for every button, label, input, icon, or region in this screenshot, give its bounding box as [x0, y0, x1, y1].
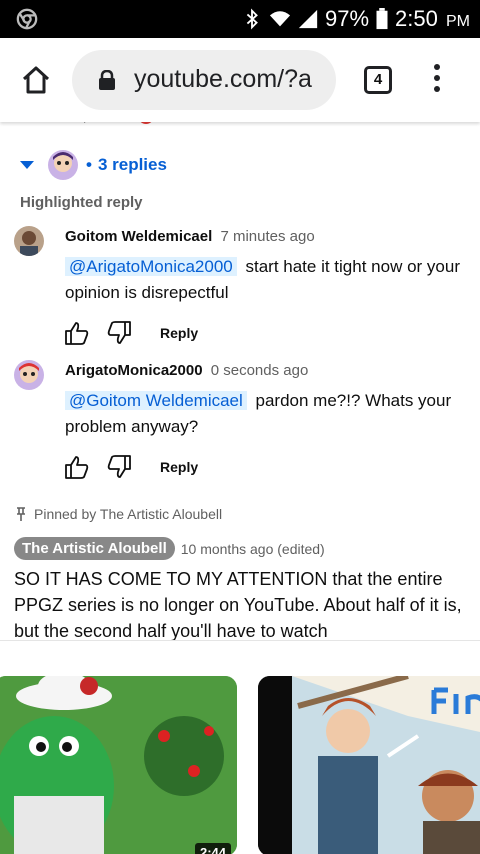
pin-icon — [17, 507, 25, 521]
comments-panel: • 3 replies Highlighted reply Goitom Wel… — [0, 122, 480, 854]
reply-item: Goitom Weldemicael 7 minutes ago @Arigat… — [0, 226, 480, 350]
address-bar[interactable]: youtube.com/?a — [72, 50, 336, 110]
reply-actions: Reply — [64, 320, 198, 346]
pinned-by-text: Pinned by The Artistic Aloubell — [34, 506, 223, 522]
mention-link[interactable]: @Goitom Weldemicael — [65, 391, 247, 410]
reply-header: Goitom Weldemicael 7 minutes ago — [65, 228, 315, 245]
status-bar: 97% 2:50 PM — [0, 0, 480, 38]
clock: 2:50 PM — [395, 6, 470, 32]
browser-toolbar: youtube.com/?a 4 — [0, 38, 480, 122]
lock-icon — [99, 70, 115, 90]
pinned-comment-time: 10 months ago (edited) — [180, 540, 325, 557]
reply-body: @ArigatoMonica2000 start hate it tight n… — [65, 254, 465, 306]
reply-time: 0 seconds ago — [210, 362, 309, 379]
url-text: youtube.com/?a — [134, 65, 312, 93]
pinned-comment-text[interactable]: SO IT HAS COME TO MY ATTENTION that the … — [14, 566, 474, 640]
separator-dot: • — [86, 155, 92, 174]
battery-percent: 97% — [325, 6, 370, 31]
reply-item: ArigatoMonica2000 0 seconds ago @Goitom … — [0, 360, 480, 484]
wifi-icon — [269, 11, 291, 27]
thumbs-up-icon[interactable] — [64, 454, 90, 480]
thumbs-down-icon[interactable] — [106, 454, 132, 480]
divider — [0, 640, 480, 641]
clock-time: 2:50 — [395, 6, 438, 31]
reply-author[interactable]: ArigatoMonica2000 — [65, 362, 203, 379]
bluetooth-icon — [246, 8, 258, 30]
video-duration: 2:44 — [194, 843, 231, 854]
creator-author-badge[interactable]: The Artistic Aloubell — [14, 537, 175, 560]
replies-count-label: 3 replies — [97, 155, 167, 174]
video-thumbnail[interactable] — [258, 676, 480, 854]
reply-time: 7 minutes ago — [220, 228, 315, 245]
reply-actions: Reply — [64, 454, 198, 480]
avatar[interactable] — [14, 226, 44, 256]
reply-author[interactable]: Goitom Weldemicael — [65, 228, 212, 245]
caret-down-icon — [20, 161, 34, 169]
reply-button[interactable]: Reply — [160, 459, 198, 475]
battery-icon — [376, 8, 388, 30]
related-videos-row: 2:44 — [0, 676, 480, 854]
video-thumbnail-image — [258, 676, 480, 854]
avatar[interactable] — [14, 360, 44, 390]
previous-comment-actions — [84, 122, 152, 124]
reply-button[interactable]: Reply — [160, 325, 198, 341]
mention-link[interactable]: @ArigatoMonica2000 — [65, 257, 237, 276]
highlighted-reply-label: Highlighted reply — [20, 194, 143, 211]
signal-icon — [298, 9, 318, 29]
avatar — [48, 150, 78, 180]
reply-header: ArigatoMonica2000 0 seconds ago — [65, 362, 308, 379]
replies-toggle-button[interactable]: • 3 replies — [20, 148, 167, 182]
overflow-menu-icon[interactable] — [430, 64, 444, 96]
tab-switcher-button[interactable]: 4 — [364, 66, 392, 94]
clock-ampm: PM — [446, 13, 470, 30]
home-icon[interactable] — [20, 64, 52, 96]
reply-body: @Goitom Weldemicael pardon me?!? Whats y… — [65, 388, 465, 440]
thumbs-down-icon[interactable] — [106, 320, 132, 346]
thumbs-up-icon[interactable] — [64, 320, 90, 346]
video-thumbnail[interactable]: 2:44 — [0, 676, 237, 854]
chrome-icon — [16, 8, 38, 30]
video-thumbnail-image — [0, 676, 237, 854]
pinned-comment-header: The Artistic Aloubell 10 months ago (edi… — [14, 537, 325, 560]
pinned-label: Pinned by The Artistic Aloubell — [16, 506, 222, 522]
